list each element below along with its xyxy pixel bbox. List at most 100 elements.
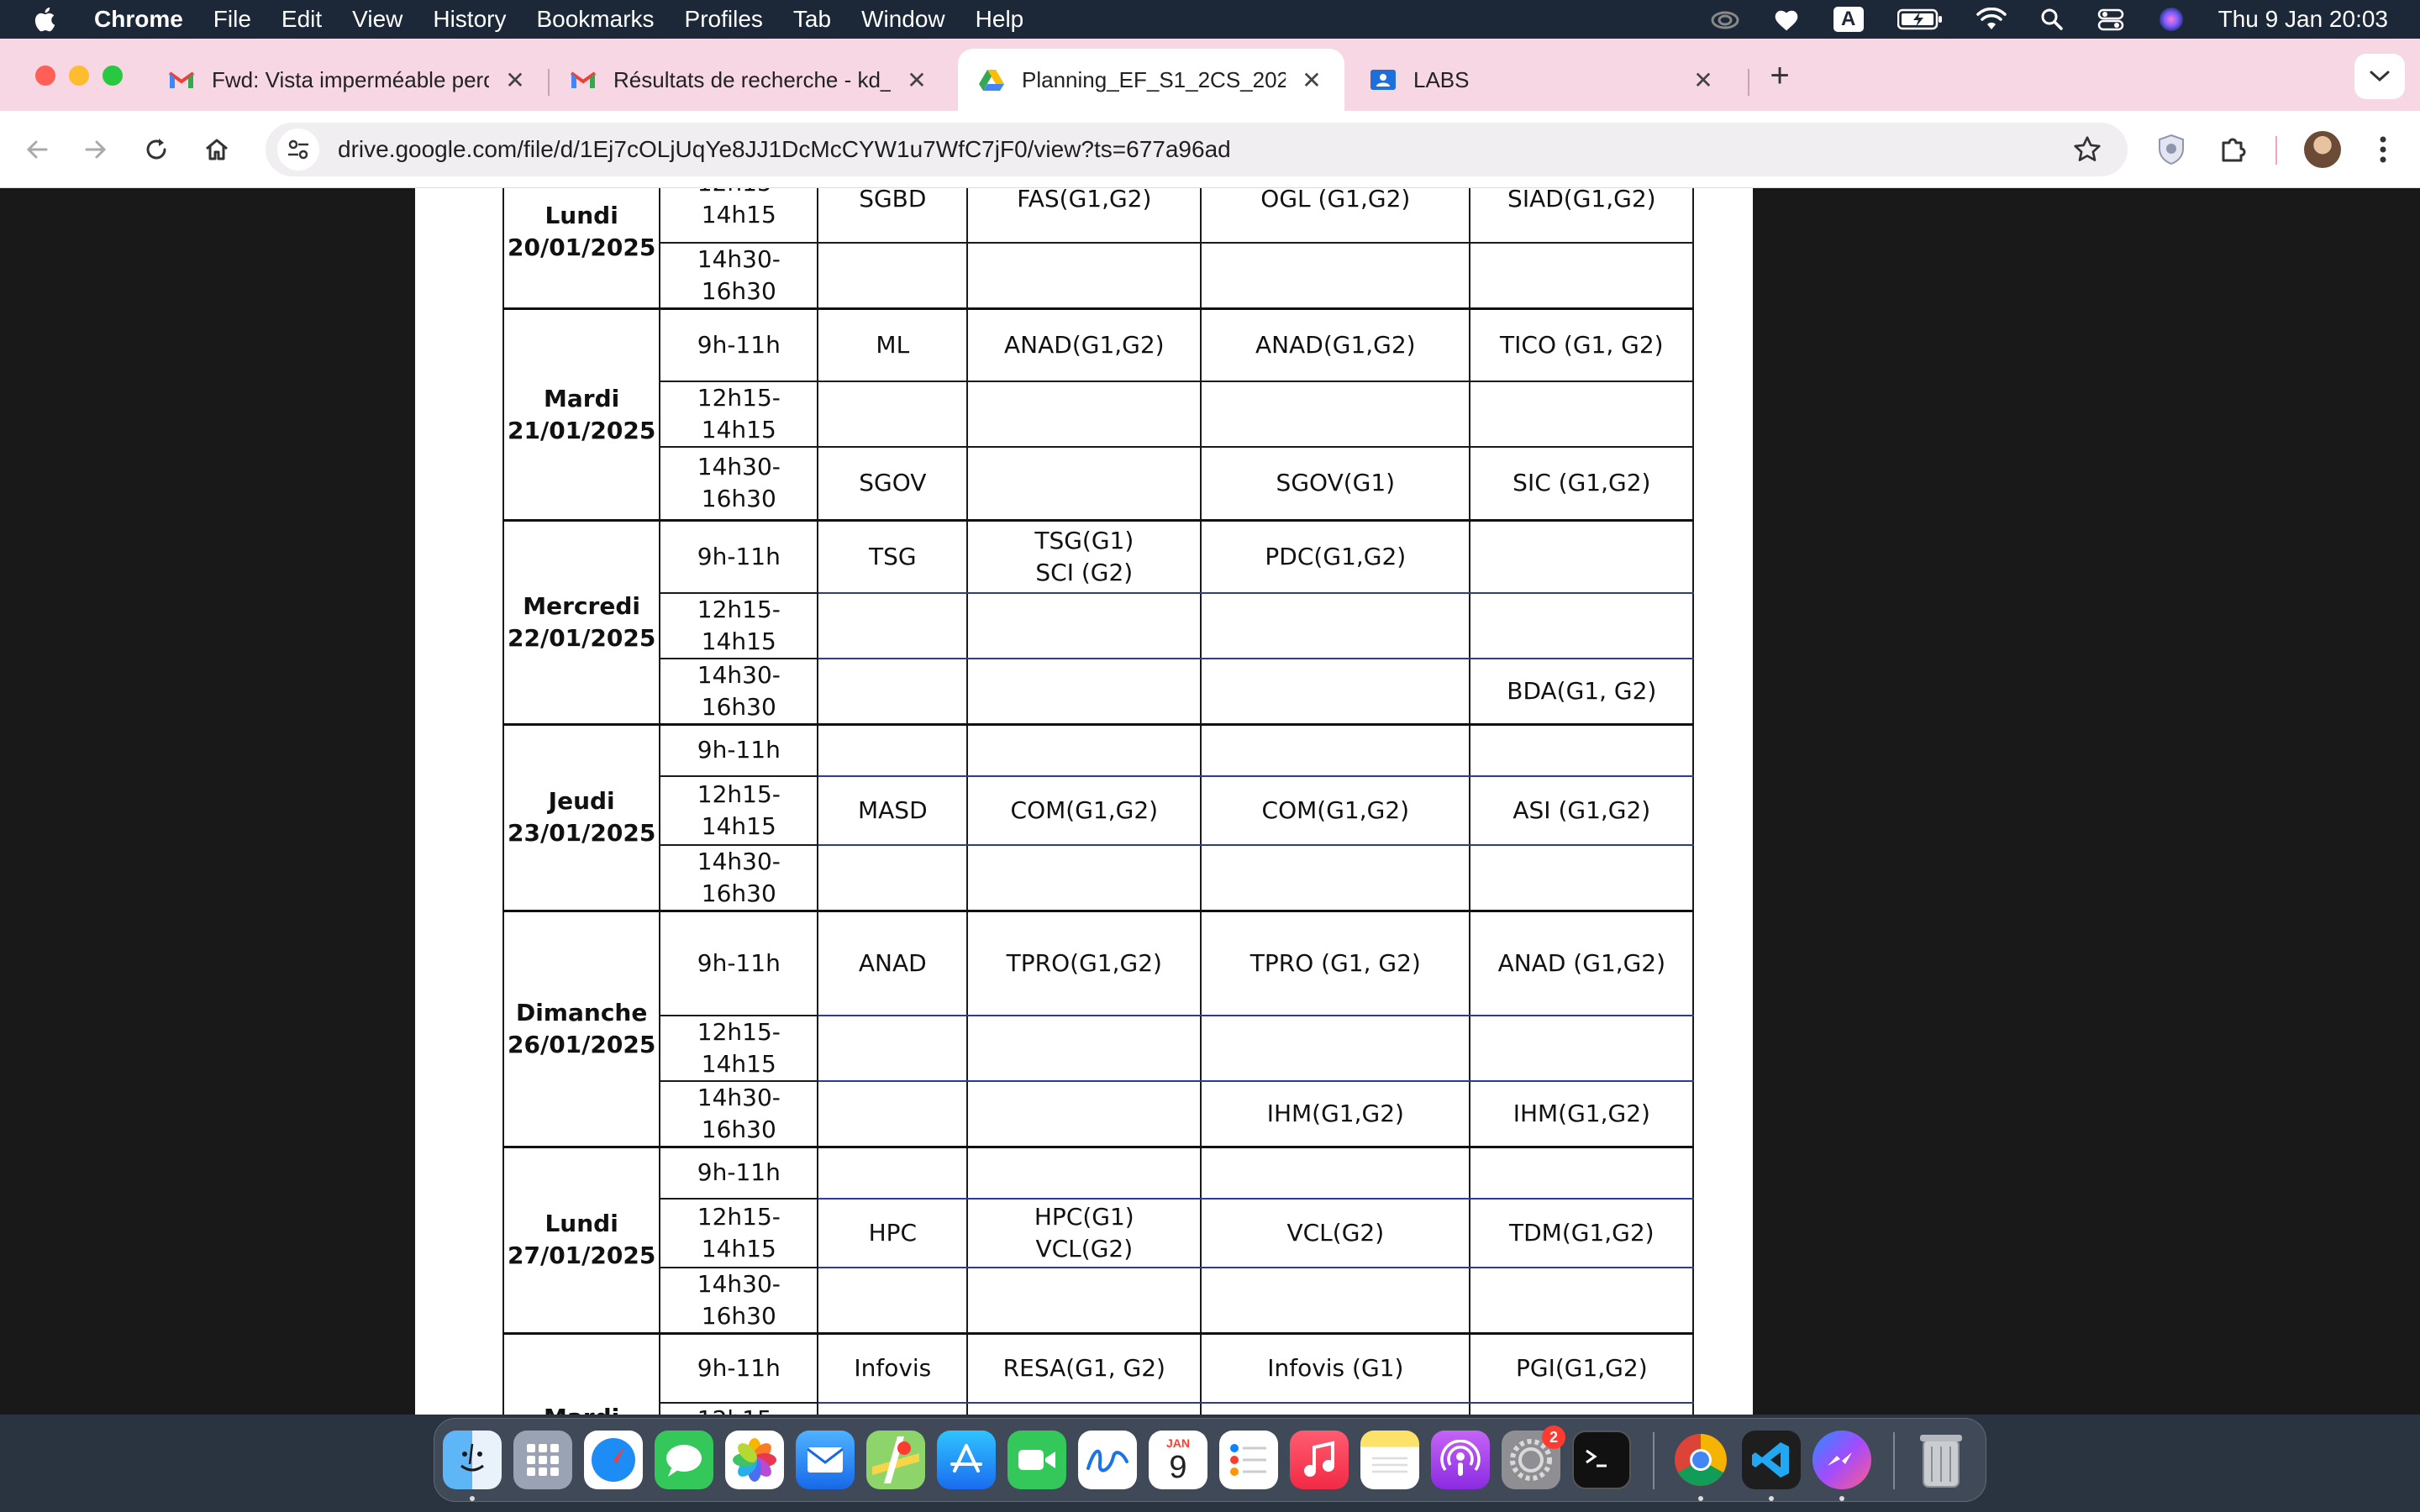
menu-history[interactable]: History [433,6,506,33]
exam-cell: ASI (G1,G2) [1469,775,1695,846]
exam-cell: SIAD(G1,G2) [1469,188,1695,244]
tab-close-button[interactable]: ✕ [1299,66,1324,94]
tab-labs[interactable]: LABS ✕ [1349,49,1736,111]
time-slot-cell: 12h15-14h15 [659,1014,819,1082]
new-tab-button[interactable]: + [1763,59,1797,92]
safari-icon[interactable] [584,1431,643,1489]
day-name: Lundi [544,202,618,229]
address-bar[interactable]: drive.google.com/file/d/1Ej7cOLjUqYe8JJ1… [266,123,2128,176]
exam-cell [1200,1267,1471,1335]
mail-icon[interactable] [796,1431,855,1489]
time-slot-cell: 9h-11h [659,519,819,594]
apple-logo-icon[interactable] [32,5,60,34]
spotlight-search-icon[interactable] [2040,8,2064,31]
tab-planning-drive[interactable]: Planning_EF_S1_2CS_2024-2 ✕ [958,49,1344,111]
control-center-icon[interactable] [2097,8,2124,31]
reminders-icon[interactable] [1219,1431,1278,1489]
chrome-menu-icon[interactable] [2363,129,2403,170]
exam-cell: OGL (G1,G2) [1200,188,1471,244]
siri-icon[interactable] [2158,6,2185,33]
reload-button[interactable] [138,131,175,168]
close-window-button[interactable] [35,66,55,86]
browser-toolbar: drive.google.com/file/d/1Ej7cOLjUqYe8JJ1… [0,111,2420,188]
tab-title: Résultats de recherche - kd_l [613,66,891,92]
back-button[interactable] [18,131,55,168]
exam-cell [817,723,969,777]
exam-cell [817,1267,969,1335]
menu-tab[interactable]: Tab [793,6,831,33]
heart-icon[interactable] [1773,7,1800,32]
drive-pdf-viewer[interactable]: Lundi20/01/202512h15-14h15SGBDFAS(G1,G2)… [0,188,2420,1415]
battery-charging-icon[interactable] [1897,8,1943,30]
exam-cell: ANAD(G1,G2) [1200,307,1471,382]
schedule-row: Dimanche 26/01/2025 9h-11h ANAD TPRO(G1,G2) T… [502,910,1695,1148]
tab-search-button[interactable] [2354,54,2405,99]
system-settings-icon[interactable]: 2 [1502,1425,1565,1489]
exam-cell [817,657,969,726]
music-icon[interactable] [1290,1431,1349,1489]
exam-cell: COM(G1,G2) [966,775,1202,846]
exam-cell [817,1401,969,1415]
exam-cell: SIC (G1,G2) [1469,445,1695,522]
exam-cell [817,844,969,912]
maps-icon[interactable] [866,1431,925,1489]
menu-file[interactable]: File [213,6,251,33]
tab-close-button[interactable]: ✕ [904,66,929,94]
wifi-icon[interactable] [1975,8,2007,31]
tab-gmail-fwd[interactable]: Fwd: Vista imperméable perdu ✕ [148,49,548,111]
exam-cell [966,242,1202,310]
facetime-icon[interactable] [1007,1431,1066,1489]
menu-help[interactable]: Help [976,6,1024,33]
bookmark-star-icon[interactable] [2072,134,2102,169]
site-info-button[interactable] [277,129,319,171]
finder-icon[interactable] [443,1431,502,1489]
exam-cell [1200,591,1471,659]
chrome-icon[interactable] [1671,1431,1730,1489]
creative-cloud-icon[interactable] [1711,9,1739,29]
messenger-icon[interactable] [1812,1431,1871,1489]
podcasts-icon[interactable] [1431,1431,1490,1489]
exam-cell [1469,844,1695,912]
tab-close-button[interactable]: ✕ [502,66,528,94]
day-name: Mercredi [523,591,640,620]
tab-title: Fwd: Vista imperméable perdu [212,66,489,92]
messages-icon[interactable] [655,1431,713,1489]
exam-cell [966,657,1202,726]
input-source-icon[interactable]: A [1833,7,1864,32]
exam-cell [1469,519,1695,594]
tab-close-button[interactable]: ✕ [1691,66,1716,94]
notes-icon[interactable] [1360,1431,1419,1489]
menu-view[interactable]: View [352,6,402,33]
zoom-window-button[interactable] [103,66,123,86]
calendar-icon[interactable]: JAN 9 [1149,1431,1207,1489]
minimize-window-button[interactable] [69,66,89,86]
app-store-icon[interactable] [937,1431,996,1489]
trash-icon[interactable] [1912,1431,1970,1489]
tab-gmail-search[interactable]: Résultats de recherche - kd_l ✕ [550,49,950,111]
notification-badge: 2 [1542,1425,1565,1449]
exam-cell [1200,1146,1471,1200]
privacy-shield-extension-icon[interactable] [2151,129,2191,170]
menu-edit[interactable]: Edit [281,6,322,33]
exam-cell: SGOV [817,445,969,522]
url-text[interactable]: drive.google.com/file/d/1Ej7cOLjUqYe8JJ1… [338,136,1231,163]
menu-bar-clock[interactable]: Thu 9 Jan 20:03 [2218,6,2388,33]
home-button[interactable] [198,131,235,168]
forward-button[interactable] [77,131,114,168]
schedule-row: 14h30-16h30 [503,1267,1695,1335]
extensions-puzzle-icon[interactable] [2213,129,2254,170]
menu-window[interactable]: Window [861,6,945,33]
profile-avatar[interactable] [2302,129,2343,170]
menu-bookmarks[interactable]: Bookmarks [536,6,654,33]
vscode-icon[interactable] [1742,1431,1801,1489]
launchpad-icon[interactable] [513,1431,572,1489]
menu-app-name[interactable]: Chrome [94,6,183,33]
freeform-icon[interactable] [1078,1431,1137,1489]
menu-profiles[interactable]: Profiles [685,6,763,33]
macos-menu-bar: Chrome File Edit View History Bookmarks … [0,0,2420,39]
terminal-icon[interactable] [1572,1431,1631,1489]
calendar-month: JAN [1165,1436,1190,1450]
exam-cell: TPRO (G1, G2) [1200,910,1471,1016]
tab-title: LABS [1413,66,1470,92]
photos-icon[interactable] [725,1431,784,1489]
